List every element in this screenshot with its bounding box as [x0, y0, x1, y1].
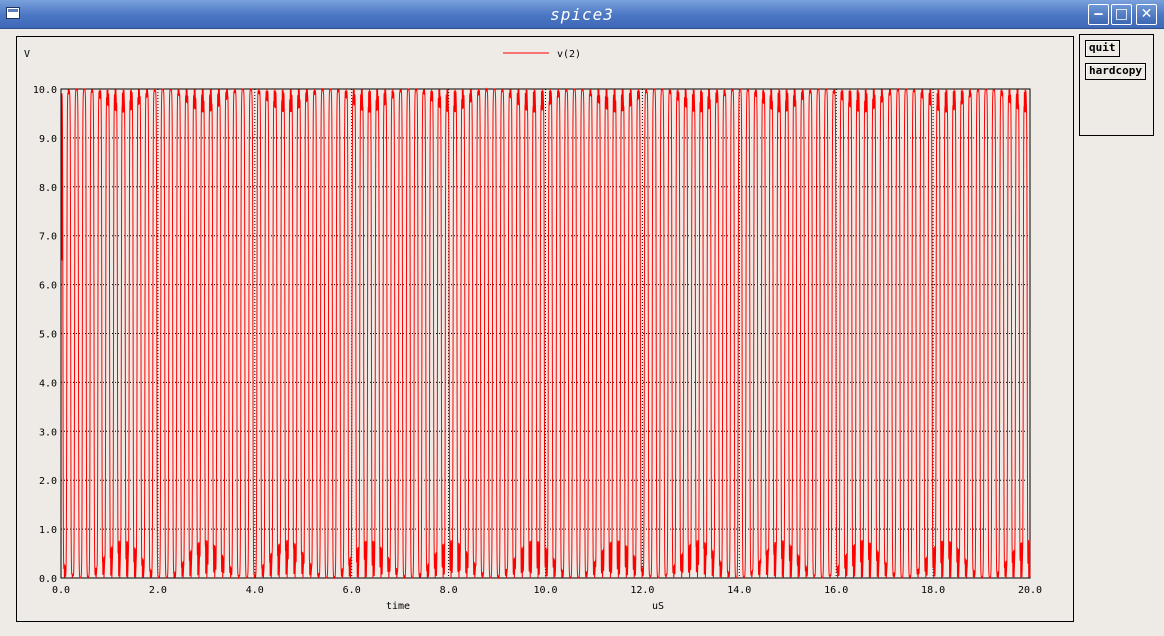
- legend-label-v2: v(2): [557, 49, 581, 60]
- y-tick-label: 8.0: [39, 183, 57, 194]
- plot-panel[interactable]: V v(2) 0.0 2.0 4.0 6.0 8.0 10.0 12.0 14.0 16.0 18…: [16, 36, 1074, 622]
- close-button[interactable]: ✕: [1136, 4, 1157, 25]
- y-tick-label: 9.0: [39, 134, 57, 145]
- x-tick-label: 12.0: [630, 585, 654, 596]
- y-tick-label: 7.0: [39, 232, 57, 243]
- x-axis-unit: uS: [652, 601, 664, 612]
- x-axis-ticks: 0.0 2.0 4.0 6.0 8.0 10.0 12.0 14.0 16.0 18.0 20.0: [52, 585, 1042, 596]
- y-tick-label: 4.0: [39, 378, 57, 389]
- window-bottom-border: [0, 624, 1164, 636]
- y-tick-label: 5.0: [39, 330, 57, 341]
- x-tick-label: 10.0: [533, 585, 557, 596]
- y-tick-label: 3.0: [39, 427, 57, 438]
- x-axis-label: time: [386, 601, 410, 612]
- command-panel: quit hardcopy: [1079, 34, 1154, 136]
- x-tick-label: 6.0: [343, 585, 361, 596]
- x-tick-label: 8.0: [440, 585, 458, 596]
- y-tick-label: 2.0: [39, 476, 57, 487]
- waveform-plot[interactable]: V v(2) 0.0 2.0 4.0 6.0 8.0 10.0 12.0 14.0 16.0 18…: [17, 37, 1073, 621]
- minimize-button[interactable]: ‒: [1088, 4, 1109, 25]
- window-title: spice3: [550, 5, 614, 24]
- x-tick-label: 2.0: [149, 585, 167, 596]
- y-axis-label: V: [24, 49, 30, 60]
- series-v2-trace: [61, 87, 1031, 580]
- y-tick-label: 6.0: [39, 281, 57, 292]
- x-tick-label: 20.0: [1018, 585, 1042, 596]
- y-tick-label: 10.0: [33, 85, 57, 96]
- x-tick-label: 16.0: [824, 585, 848, 596]
- y-tick-label: 0.0: [39, 574, 57, 585]
- x-tick-label: 0.0: [52, 585, 70, 596]
- x-tick-label: 14.0: [727, 585, 751, 596]
- y-axis-ticks: 0.0 1.0 2.0 3.0 4.0 5.0 6.0 7.0 8.0 9.0 10.0: [33, 85, 57, 585]
- quit-button[interactable]: quit: [1085, 40, 1120, 57]
- y-tick-label: 1.0: [39, 525, 57, 536]
- maximize-button[interactable]: □: [1111, 4, 1132, 25]
- x-tick-label: 4.0: [246, 585, 264, 596]
- x-tick-label: 18.0: [921, 585, 945, 596]
- hardcopy-button[interactable]: hardcopy: [1085, 63, 1146, 80]
- title-bar[interactable]: spice3 ‒ □ ✕: [0, 0, 1164, 29]
